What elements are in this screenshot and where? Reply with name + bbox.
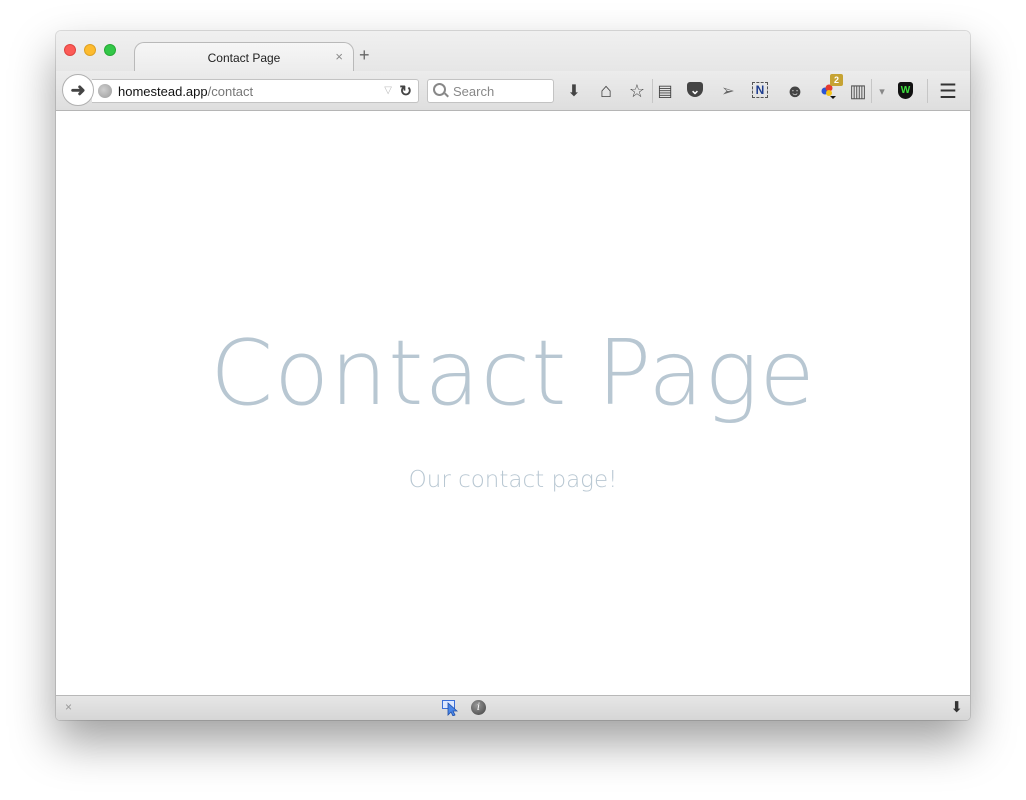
pocket-icon[interactable]: ⌄ (687, 82, 703, 97)
navigation-toolbar: homestead.app/contact ▽ ↻ ➜ Search ⬇ ⌂ ☆… (56, 71, 970, 111)
bookmark-star-icon[interactable]: ☆ (627, 81, 647, 101)
close-addon-bar-icon[interactable]: × (65, 700, 72, 714)
toolbar-separator (927, 79, 928, 103)
info-icon[interactable]: i (471, 700, 486, 715)
home-icon[interactable]: ⌂ (596, 80, 616, 102)
emoji-icon[interactable]: ☻ (785, 81, 805, 101)
url-path: /contact (207, 84, 254, 99)
page-content: Contact Page Our contact page! (56, 111, 970, 695)
minimize-window-button[interactable] (84, 44, 96, 56)
dropdown-arrow-icon[interactable]: ▾ (872, 81, 892, 101)
page-subtitle: Our contact page! (408, 467, 618, 493)
tab-title: Contact Page (207, 51, 281, 65)
bookmarks-menu-icon[interactable]: ▤ (655, 81, 675, 101)
inspect-cursor-graphic (442, 700, 459, 717)
reload-icon[interactable]: ↻ (399, 82, 412, 100)
download-icon[interactable]: ⬇ (950, 698, 963, 716)
clipboard-icon[interactable]: ▥ (848, 81, 868, 101)
page-title: Contact Page (210, 321, 816, 426)
back-button[interactable]: ➜ (62, 74, 94, 106)
close-window-button[interactable] (64, 44, 76, 56)
downloads-icon[interactable]: ⬇ (564, 81, 584, 101)
hamburger-menu-icon[interactable]: ☰ (938, 81, 958, 103)
title-bar: Contact Page × + (56, 31, 970, 72)
search-input[interactable]: Search (427, 79, 554, 103)
url-text[interactable]: homestead.app/contact (118, 84, 253, 99)
inspect-element-icon[interactable] (442, 700, 459, 717)
maximize-window-button[interactable] (104, 44, 116, 56)
extension-badge-count: 2 (830, 74, 843, 86)
tab-close-icon[interactable]: × (335, 49, 343, 64)
browser-window: Contact Page × + homestead.app/contact ▽… (56, 31, 970, 720)
search-placeholder: Search (453, 84, 495, 99)
send-icon[interactable]: ➢ (718, 81, 738, 101)
url-history-dropdown-icon[interactable]: ▽ (384, 85, 392, 96)
tab-contact-page[interactable]: Contact Page × (134, 42, 354, 72)
toolbar-separator (652, 79, 653, 103)
onenote-clipper-icon[interactable]: N (752, 82, 768, 98)
url-host: homestead.app (118, 84, 208, 99)
new-tab-button[interactable]: + (359, 45, 370, 66)
window-controls (64, 44, 116, 56)
shield-extension-icon[interactable]: W (898, 82, 913, 99)
back-arrow-icon: ➜ (70, 79, 86, 100)
url-bar[interactable]: homestead.app/contact ▽ ↻ (92, 79, 419, 103)
search-icon (433, 83, 446, 96)
globe-icon (98, 84, 112, 98)
status-bar: × i ⬇ (56, 695, 970, 720)
